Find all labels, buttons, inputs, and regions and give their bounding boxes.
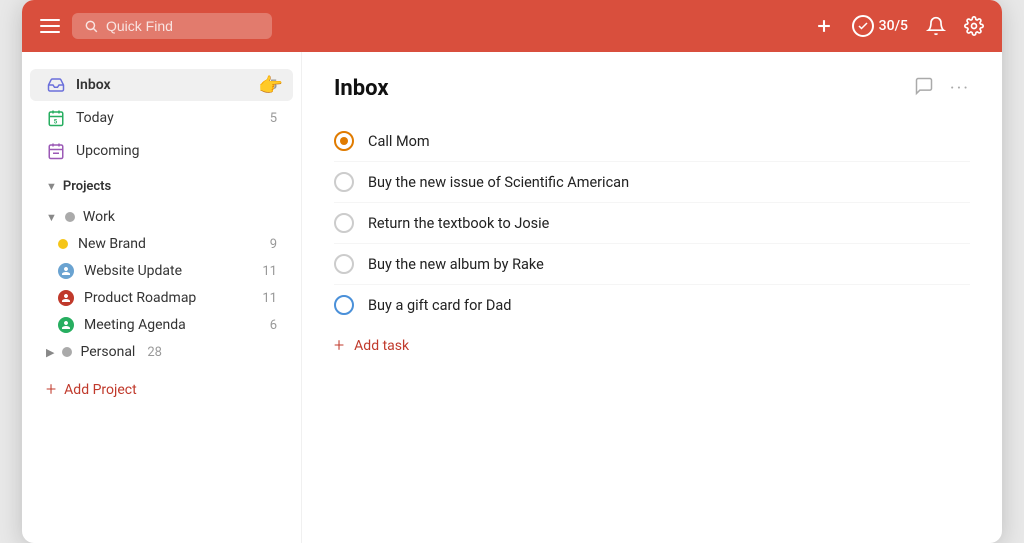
karma-icon (852, 15, 874, 37)
task-text: Return the textbook to Josie (368, 215, 549, 232)
task-checkbox[interactable] (334, 131, 354, 151)
task-list: Call Mom Buy the new issue of Scientific… (334, 121, 970, 325)
header: 30/5 (22, 0, 1002, 52)
add-project-button[interactable]: + Add Project (30, 373, 293, 406)
projects-section-title: Projects (63, 179, 111, 194)
add-project-icon: + (46, 379, 56, 400)
personal-dot (62, 347, 72, 357)
upcoming-label: Upcoming (76, 143, 277, 159)
search-icon (84, 19, 98, 33)
project-item-website-update[interactable]: Website Update 11 (30, 258, 293, 284)
new-brand-label: New Brand (78, 236, 260, 252)
website-update-icon (58, 263, 74, 279)
today-label: Today (76, 110, 260, 126)
task-checkbox[interactable] (334, 213, 354, 233)
personal-count: 28 (147, 345, 162, 360)
projects-section-header[interactable]: ▼ Projects (30, 171, 293, 202)
content-area: Inbox ··· Call Mom (302, 52, 1002, 543)
task-checkbox[interactable] (334, 295, 354, 315)
content-header: Inbox ··· (334, 76, 970, 101)
website-update-count: 11 (262, 264, 277, 279)
meeting-agenda-count: 6 (270, 318, 277, 333)
task-checkbox[interactable] (334, 172, 354, 192)
more-options-button[interactable]: ··· (950, 78, 970, 99)
add-button[interactable] (814, 16, 834, 36)
notifications-button[interactable] (926, 16, 946, 36)
work-dot (65, 212, 75, 222)
product-roadmap-icon (58, 290, 74, 306)
menu-button[interactable] (40, 19, 60, 33)
today-icon: 5 (46, 108, 66, 128)
new-brand-dot (58, 239, 68, 249)
task-item[interactable]: Buy the new album by Rake (334, 244, 970, 285)
task-item[interactable]: Return the textbook to Josie (334, 203, 970, 244)
project-item-product-roadmap[interactable]: Product Roadmap 11 (30, 285, 293, 311)
inbox-label: Inbox (76, 77, 260, 93)
task-item[interactable]: Buy a gift card for Dad (334, 285, 970, 325)
content-actions: ··· (914, 76, 970, 101)
sidebar-item-today[interactable]: 5 Today 5 (30, 102, 293, 134)
svg-text:5: 5 (54, 118, 58, 125)
add-task-button[interactable]: + Add task (334, 325, 970, 366)
add-project-label: Add Project (64, 382, 137, 398)
sidebar: Inbox 5 👉 5 Today 5 (22, 52, 302, 543)
meeting-agenda-label: Meeting Agenda (84, 317, 260, 333)
karma-count: 30/5 (879, 18, 908, 34)
projects-chevron: ▼ (46, 180, 57, 193)
task-text: Buy the new album by Rake (368, 256, 544, 273)
product-roadmap-count: 11 (262, 291, 277, 306)
task-text: Buy the new issue of Scientific American (368, 174, 629, 191)
task-item[interactable]: Call Mom (334, 121, 970, 162)
add-task-label: Add task (354, 338, 409, 354)
content-title: Inbox (334, 76, 914, 101)
main-layout: Inbox 5 👉 5 Today 5 (22, 52, 1002, 543)
inbox-icon (46, 75, 66, 95)
comment-button[interactable] (914, 76, 934, 101)
add-task-icon: + (334, 335, 344, 356)
today-count: 5 (270, 111, 277, 126)
work-label: Work (83, 209, 115, 225)
project-item-meeting-agenda[interactable]: Meeting Agenda 6 (30, 312, 293, 338)
app-window: 30/5 (22, 0, 1002, 543)
settings-button[interactable] (964, 16, 984, 36)
project-item-new-brand[interactable]: New Brand 9 (30, 231, 293, 257)
search-bar[interactable] (72, 13, 272, 39)
inbox-count: 5 (270, 78, 277, 93)
task-checkbox[interactable] (334, 254, 354, 274)
work-collapse-row[interactable]: ▼ Work (30, 204, 293, 230)
personal-row[interactable]: ▶ Personal 28 (30, 339, 293, 365)
search-input[interactable] (106, 18, 246, 34)
new-brand-count: 9 (270, 237, 277, 252)
sidebar-item-upcoming[interactable]: Upcoming (30, 135, 293, 167)
meeting-agenda-icon (58, 317, 74, 333)
task-text: Call Mom (368, 133, 430, 150)
personal-chevron: ▶ (46, 346, 54, 359)
header-actions: 30/5 (814, 15, 984, 37)
upcoming-icon (46, 141, 66, 161)
product-roadmap-label: Product Roadmap (84, 290, 252, 306)
ellipsis-icon: ··· (950, 78, 970, 99)
website-update-label: Website Update (84, 263, 252, 279)
work-chevron: ▼ (46, 211, 57, 224)
karma-badge[interactable]: 30/5 (852, 15, 908, 37)
personal-label: Personal (80, 344, 135, 360)
task-text: Buy a gift card for Dad (368, 297, 511, 314)
task-item[interactable]: Buy the new issue of Scientific American (334, 162, 970, 203)
sidebar-item-inbox[interactable]: Inbox 5 👉 (30, 69, 293, 101)
